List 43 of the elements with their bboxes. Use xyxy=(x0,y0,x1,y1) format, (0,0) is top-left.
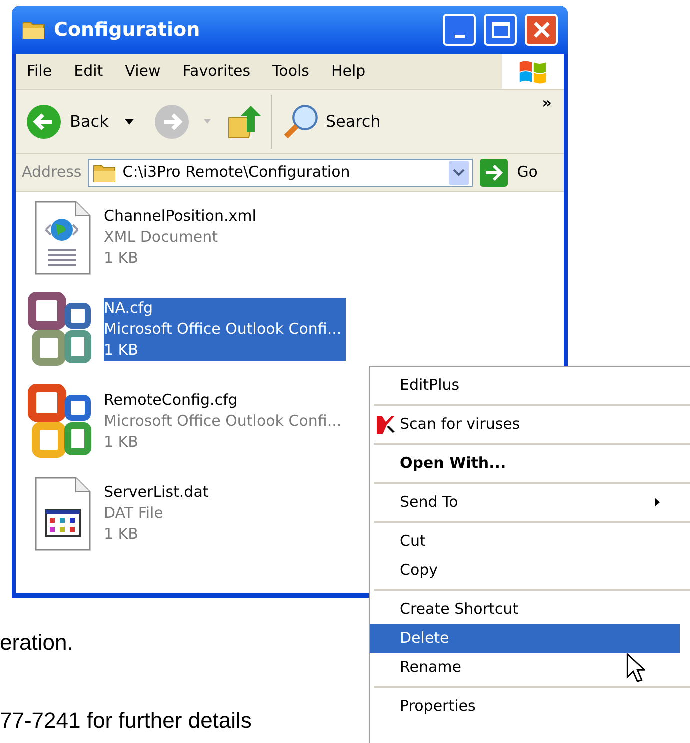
context-menu-item[interactable]: Cut xyxy=(370,527,680,556)
document-text: 77-7241 for further details xyxy=(0,708,252,734)
folder-icon xyxy=(22,20,46,40)
dropdown-caret-icon[interactable] xyxy=(124,118,134,124)
context-menu-item[interactable]: Properties xyxy=(370,692,680,721)
more-chevron[interactable]: » xyxy=(542,92,552,114)
search-button[interactable]: Search xyxy=(282,102,381,140)
menu-item[interactable]: Edit xyxy=(63,60,114,83)
context-menu-item[interactable]: Create Shortcut xyxy=(370,595,680,624)
context-menu-item[interactable]: Delete xyxy=(370,624,680,653)
context-menu-item[interactable]: Send To xyxy=(370,488,680,517)
menu-item[interactable]: Tools xyxy=(262,60,320,83)
menu-item[interactable]: View xyxy=(114,60,172,83)
back-button[interactable]: Back xyxy=(26,104,109,140)
file-item[interactable]: RemoteConfig.cfg Microsoft Office Outlook Confi... 1 KB xyxy=(104,390,346,453)
minimize-button[interactable] xyxy=(443,14,476,46)
close-icon xyxy=(532,21,550,39)
file-item[interactable]: NA.cfg Microsoft Office Outlook Confi... 1 KB xyxy=(104,298,346,361)
menu-item[interactable]: Favorites xyxy=(172,60,262,83)
close-button[interactable] xyxy=(525,14,558,46)
file-item[interactable]: ServerList.dat DAT File 1 KB xyxy=(104,482,213,545)
context-menu-item[interactable]: Scan for viruses xyxy=(370,410,680,439)
window-title: Configuration xyxy=(54,18,202,43)
maximize-button[interactable] xyxy=(484,14,517,46)
document-text: eration. xyxy=(0,630,74,656)
folder-up-icon[interactable] xyxy=(226,104,261,140)
context-menu-item[interactable]: Rename xyxy=(370,653,680,682)
mouse-pointer-icon xyxy=(626,653,645,683)
folder-icon xyxy=(92,162,117,182)
context-menu-item[interactable]: Open With... xyxy=(370,449,680,478)
office-logo-icon xyxy=(28,384,94,460)
search-icon xyxy=(282,102,320,140)
context-menu-item[interactable]: EditPlus xyxy=(370,371,680,400)
submenu-arrow-icon xyxy=(655,498,660,507)
go-button[interactable]: Go xyxy=(479,158,558,186)
office-logo-icon xyxy=(28,292,94,368)
file-item[interactable]: ChannelPosition.xml XML Document 1 KB xyxy=(104,206,260,269)
address-label: Address xyxy=(22,162,82,184)
menu-item[interactable]: Help xyxy=(320,60,377,83)
address-field[interactable]: C:\i3Pro Remote\Configuration xyxy=(88,158,474,186)
context-menu-item[interactable]: Copy xyxy=(370,556,680,585)
scanner-logo-icon xyxy=(376,416,398,434)
menu-item[interactable]: File xyxy=(16,60,64,83)
